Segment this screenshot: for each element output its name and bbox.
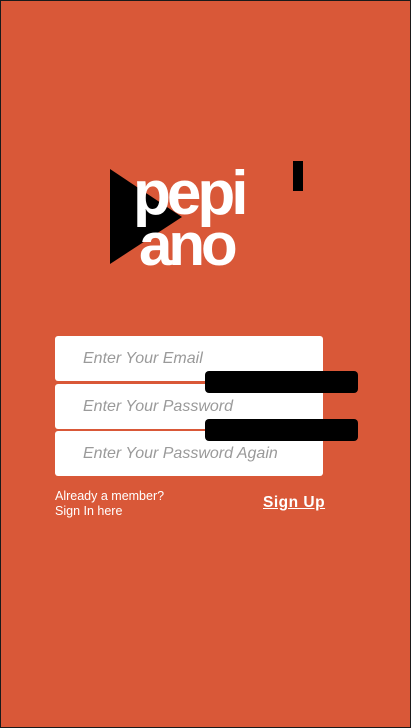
email-field[interactable]	[81, 348, 323, 369]
redaction-bar	[205, 419, 358, 441]
confirm-password-field[interactable]	[81, 443, 323, 464]
signup-screen: pepi ano Already a member? Sign In here …	[0, 0, 411, 728]
password-field[interactable]	[81, 396, 323, 417]
pepiano-logo: pepi ano	[107, 159, 307, 269]
redaction-bar	[205, 371, 358, 393]
logo-line2: ano	[139, 211, 236, 269]
sign-up-button[interactable]: Sign Up	[263, 494, 325, 512]
sign-in-link[interactable]: Already a member? Sign In here	[55, 489, 164, 519]
sign-in-here-text: Sign In here	[55, 504, 123, 518]
already-member-text: Already a member?	[55, 489, 165, 503]
